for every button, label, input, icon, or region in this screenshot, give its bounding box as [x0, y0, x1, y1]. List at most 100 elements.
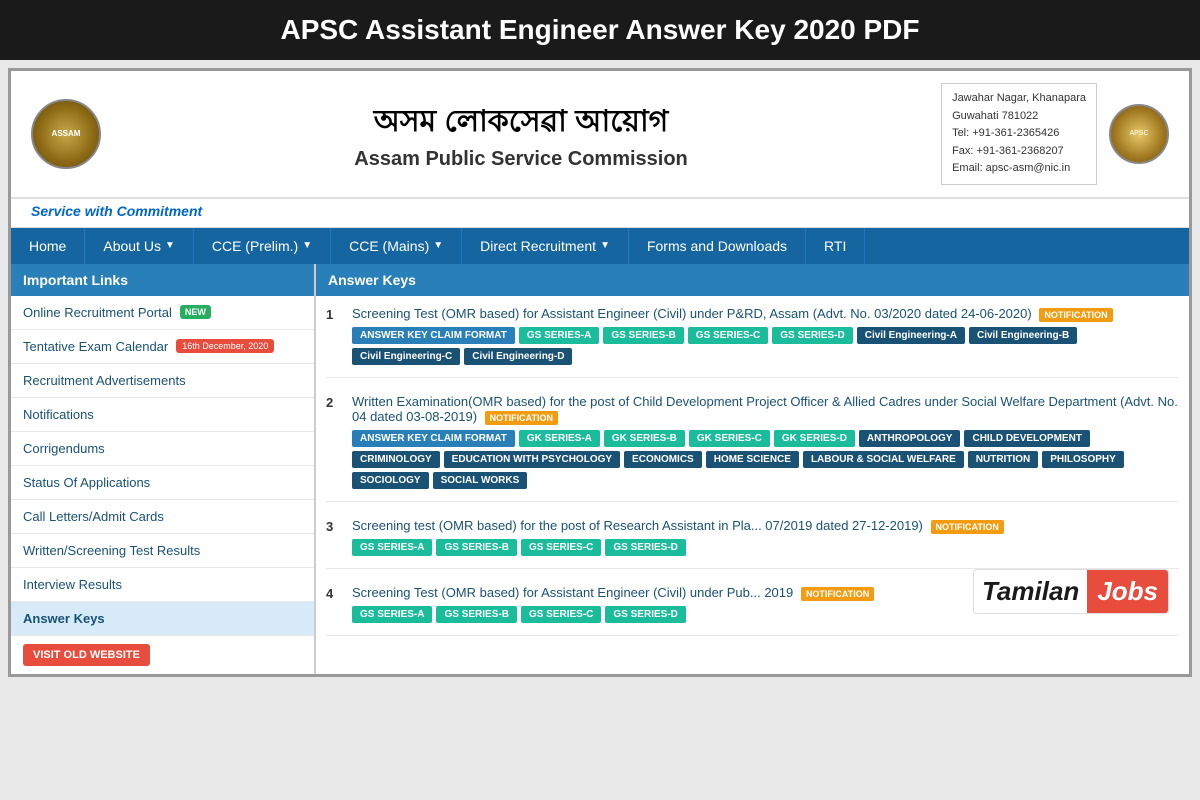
nav-home[interactable]: Home [11, 228, 85, 264]
btn-civil-a-1[interactable]: Civil Engineering-A [857, 327, 965, 344]
item-buttons-3: GS SERIES-A GS SERIES-B GS SERIES-C GS S… [352, 539, 1179, 556]
item-buttons-2: ANSWER KEY CLAIM FORMAT GK SERIES-A GK S… [352, 430, 1179, 489]
answer-key-item-1: 1 Screening Test (OMR based) for Assista… [326, 306, 1179, 378]
notification-badge-3: NOTIFICATION [931, 520, 1004, 534]
btn-answer-key-claim-1[interactable]: ANSWER KEY CLAIM FORMAT [352, 327, 515, 344]
address-line1: Jawahar Nagar, Khanapara [952, 90, 1086, 108]
sidebar-item-notifications[interactable]: Notifications [11, 398, 314, 432]
header-right: Jawahar Nagar, Khanapara Guwahati 781022… [941, 83, 1169, 185]
btn-economics-2[interactable]: ECONOMICS [624, 451, 702, 468]
logo-left: ASSAM [31, 99, 101, 169]
header-center: অসম লোকসেৱা আয়োগ Assam Public Service C… [101, 97, 941, 171]
about-dropdown-arrow: ▼ [165, 240, 175, 251]
item-title-1[interactable]: Screening Test (OMR based) for Assistant… [352, 306, 1179, 321]
item-num-2: 2 [326, 394, 344, 489]
btn-anthropology-2[interactable]: ANTHROPOLOGY [859, 430, 961, 447]
btn-home-sci-2[interactable]: HOME SCIENCE [706, 451, 799, 468]
nav-forms-downloads[interactable]: Forms and Downloads [629, 228, 806, 264]
tagline-text: Service with Commitment [31, 203, 202, 219]
btn-answer-key-claim-2[interactable]: ANSWER KEY CLAIM FORMAT [352, 430, 515, 447]
sidebar-item-interview-results[interactable]: Interview Results [11, 568, 314, 602]
btn-gs-c-3[interactable]: GS SERIES-C [521, 539, 601, 556]
btn-gs-d-3[interactable]: GS SERIES-D [605, 539, 685, 556]
sidebar-item-status-applications[interactable]: Status Of Applications [11, 466, 314, 500]
btn-criminology-2[interactable]: CRIMINOLOGY [352, 451, 440, 468]
btn-social-works-2[interactable]: SOCIAL WORKS [433, 472, 528, 489]
sidebar-item-corrigendums[interactable]: Corrigendums [11, 432, 314, 466]
sidebar-header: Important Links [11, 264, 314, 296]
answer-key-item-3: 3 Screening test (OMR based) for the pos… [326, 518, 1179, 569]
english-title: Assam Public Service Commission [101, 148, 941, 171]
btn-gs-c-4[interactable]: GS SERIES-C [521, 606, 601, 623]
btn-gk-a-2[interactable]: GK SERIES-A [519, 430, 600, 447]
item-num-4: 4 [326, 585, 344, 623]
btn-gs-c-1[interactable]: GS SERIES-C [688, 327, 768, 344]
sidebar-item-answer-keys[interactable]: Answer Keys [11, 602, 314, 636]
answer-keys-content: 1 Screening Test (OMR based) for Assista… [316, 296, 1189, 662]
address-line5: Email: apsc-asm@nic.in [952, 160, 1086, 178]
date-badge: 16th December, 2020 [176, 339, 274, 353]
btn-civil-c-1[interactable]: Civil Engineering-C [352, 348, 460, 365]
header-left: ASSAM [31, 99, 101, 169]
btn-philosophy-2[interactable]: PHILOSOPHY [1042, 451, 1124, 468]
watermark-overlay: Tamilan Jobs [973, 569, 1169, 614]
watermark-jobs-text: Jobs [1087, 570, 1168, 613]
logo-right: APSC [1109, 104, 1169, 164]
btn-gk-b-2[interactable]: GK SERIES-B [604, 430, 685, 447]
item-body-1: Screening Test (OMR based) for Assistant… [352, 306, 1179, 365]
item-buttons-1: ANSWER KEY CLAIM FORMAT GS SERIES-A GS S… [352, 327, 1179, 365]
sidebar-item-test-results[interactable]: Written/Screening Test Results [11, 534, 314, 568]
answer-key-item-2: 2 Written Examination(OMR based) for the… [326, 394, 1179, 502]
nav-cce-prelim[interactable]: CCE (Prelim.) ▼ [194, 228, 331, 264]
address-line4: Fax: +91-361-2368207 [952, 143, 1086, 161]
btn-child-dev-2[interactable]: CHILD DEVELOPMENT [964, 430, 1089, 447]
address-line3: Tel: +91-361-2365426 [952, 125, 1086, 143]
sidebar-item-exam-calendar[interactable]: Tentative Exam Calendar 16th December, 2… [11, 330, 314, 364]
answer-keys-header: Answer Keys [316, 264, 1189, 296]
direct-recruitment-dropdown-arrow: ▼ [600, 240, 610, 251]
cce-prelim-dropdown-arrow: ▼ [302, 240, 312, 251]
nav-cce-mains[interactable]: CCE (Mains) ▼ [331, 228, 462, 264]
item-body-3: Screening test (OMR based) for the post … [352, 518, 1179, 556]
sidebar-item-recruitment-ads[interactable]: Recruitment Advertisements [11, 364, 314, 398]
btn-gs-b-1[interactable]: GS SERIES-B [603, 327, 683, 344]
watermark-tamilan-text: Tamilan [974, 570, 1087, 613]
btn-gk-c-2[interactable]: GK SERIES-C [689, 430, 770, 447]
sidebar-item-call-letters[interactable]: Call Letters/Admit Cards [11, 500, 314, 534]
cce-mains-dropdown-arrow: ▼ [433, 240, 443, 251]
btn-gs-d-1[interactable]: GS SERIES-D [772, 327, 852, 344]
nav-bar: Home About Us ▼ CCE (Prelim.) ▼ CCE (Mai… [11, 228, 1189, 264]
btn-labour-2[interactable]: LABOUR & SOCIAL WELFARE [803, 451, 964, 468]
btn-gs-b-3[interactable]: GS SERIES-B [436, 539, 516, 556]
new-badge: NEW [180, 305, 211, 319]
nav-about[interactable]: About Us ▼ [85, 228, 194, 264]
address-line2: Guwahati 781022 [952, 108, 1086, 126]
notification-badge-4: NOTIFICATION [801, 587, 874, 601]
btn-civil-d-1[interactable]: Civil Engineering-D [464, 348, 572, 365]
btn-gs-d-4[interactable]: GS SERIES-D [605, 606, 685, 623]
main-content: Important Links Online Recruitment Porta… [11, 264, 1189, 674]
sidebar: Important Links Online Recruitment Porta… [11, 264, 316, 674]
item-num-1: 1 [326, 306, 344, 365]
btn-edu-psych-2[interactable]: EDUCATION WITH PSYCHOLOGY [444, 451, 620, 468]
btn-civil-b-1[interactable]: Civil Engineering-B [969, 327, 1077, 344]
assamese-title: অসম লোকসেৱা আয়োগ [101, 97, 941, 148]
item-title-2[interactable]: Written Examination(OMR based) for the p… [352, 394, 1179, 424]
site-header: ASSAM অসম লোকসেৱা আয়োগ Assam Public Ser… [11, 71, 1189, 199]
item-body-2: Written Examination(OMR based) for the p… [352, 394, 1179, 489]
address-box: Jawahar Nagar, Khanapara Guwahati 781022… [941, 83, 1097, 185]
btn-gs-a-3[interactable]: GS SERIES-A [352, 539, 432, 556]
nav-rti[interactable]: RTI [806, 228, 865, 264]
btn-gs-b-4[interactable]: GS SERIES-B [436, 606, 516, 623]
visit-old-website-button[interactable]: VISIT OLD WEBSITE [23, 644, 150, 666]
sidebar-item-online-recruitment[interactable]: Online Recruitment Portal NEW [11, 296, 314, 330]
notification-badge-2: NOTIFICATION [485, 411, 558, 425]
btn-gk-d-2[interactable]: GK SERIES-D [774, 430, 855, 447]
btn-gs-a-1[interactable]: GS SERIES-A [519, 327, 599, 344]
nav-direct-recruitment[interactable]: Direct Recruitment ▼ [462, 228, 629, 264]
btn-nutrition-2[interactable]: NUTRITION [968, 451, 1038, 468]
btn-gs-a-4[interactable]: GS SERIES-A [352, 606, 432, 623]
answer-keys-panel: Answer Keys 1 Screening Test (OMR based)… [316, 264, 1189, 674]
btn-sociology-2[interactable]: SOCIOLOGY [352, 472, 429, 489]
item-title-3[interactable]: Screening test (OMR based) for the post … [352, 518, 1179, 533]
